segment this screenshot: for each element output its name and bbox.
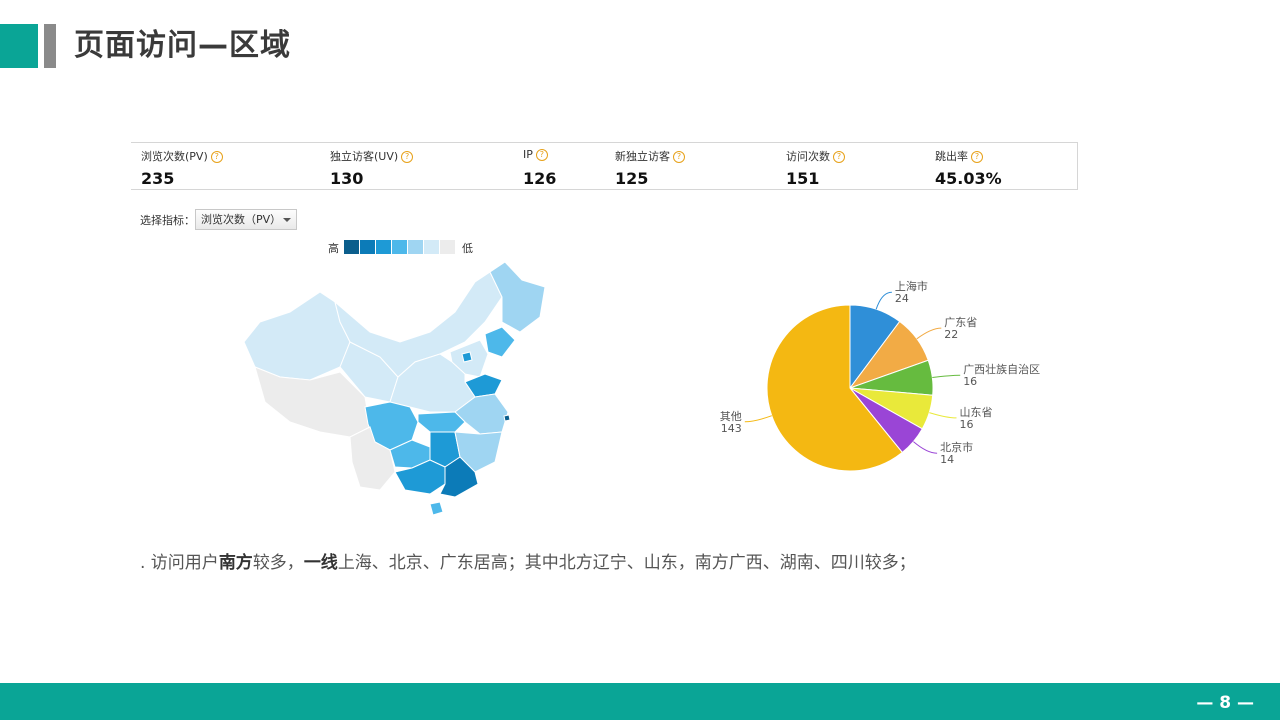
- legend-swatch: [344, 240, 359, 254]
- pie-leader-line: [916, 327, 942, 340]
- legend-high-label: 高: [328, 242, 339, 255]
- page-title: 页面访问—区域: [74, 28, 291, 63]
- stat-label: IP: [523, 148, 533, 161]
- pie-chart: 上海市24广东省22广西壮族自治区16山东省16北京市14其他143: [720, 279, 1040, 472]
- pie-leader-line: [913, 441, 938, 454]
- pie-label-value: 22: [944, 328, 958, 341]
- map-region-shanghai[interactable]: [503, 414, 511, 422]
- summary-mid: 较多，: [252, 553, 304, 573]
- question-circle-icon[interactable]: ?: [673, 151, 685, 163]
- metric-selector[interactable]: 浏览次数（PV）: [195, 209, 297, 230]
- metric-selector-value: 浏览次数（PV）: [201, 213, 282, 226]
- legend-swatch: [408, 240, 423, 254]
- summary-text: . 访问用户南方较多，一线上海、北京、广东居高；其中北方辽宁、山东，南方广西、湖…: [140, 548, 916, 573]
- metric-selector-label: 选择指标：: [140, 214, 195, 227]
- legend-low-label: 低: [462, 242, 473, 255]
- stat-value: 45.03%: [935, 169, 1002, 188]
- stat-value: 125: [615, 169, 649, 188]
- pie-leader-line: [929, 412, 957, 419]
- pie-label-value: 16: [963, 375, 977, 388]
- footer-bar: — 8 —: [0, 683, 1280, 720]
- map-region-xinjiang[interactable]: [243, 291, 351, 381]
- pie-slices: [766, 304, 934, 472]
- map-region-liaoning[interactable]: [484, 326, 516, 358]
- legend-swatch: [360, 240, 375, 254]
- stat-label: 新独立访客: [615, 150, 670, 163]
- legend-swatch: [440, 240, 455, 254]
- stat-value: 130: [330, 169, 364, 188]
- china-map: [243, 262, 546, 516]
- stat-value: 126: [523, 169, 557, 188]
- title-accent-bar-gray: [44, 24, 56, 68]
- stat-label: 跳出率: [935, 150, 968, 163]
- question-circle-icon[interactable]: ?: [971, 151, 983, 163]
- pie-leader-line: [744, 415, 772, 423]
- stats-panel: 浏览次数(PV)? 235 独立访客(UV)? 130 IP? 126 新独立访…: [131, 142, 1078, 190]
- pie-leader-line: [875, 291, 892, 310]
- map-region-beijing[interactable]: [461, 351, 473, 363]
- pie-label-value: 143: [721, 422, 742, 435]
- question-circle-icon[interactable]: ?: [833, 151, 845, 163]
- legend-swatch: [424, 240, 439, 254]
- stat-label: 浏览次数(PV): [141, 150, 208, 163]
- question-circle-icon[interactable]: ?: [535, 149, 548, 161]
- stat-value: 235: [141, 169, 175, 188]
- pie-label-name: 上海市: [895, 279, 928, 293]
- legend-swatch: [376, 240, 391, 254]
- pie-label-value: 24: [895, 292, 909, 305]
- summary-bold-2: 一线: [303, 553, 338, 573]
- map-region-hubei[interactable]: [417, 411, 466, 433]
- title-accent-bar: [0, 24, 38, 68]
- stat-value: 151: [786, 169, 820, 188]
- summary-suffix: 上海、北京、广东居高；其中北方辽宁、山东，南方广西、湖南、四川较多；: [337, 553, 916, 573]
- pie-label-value: 14: [940, 453, 954, 466]
- pie-label-value: 16: [960, 418, 974, 431]
- question-circle-icon[interactable]: ?: [210, 151, 223, 163]
- stat-label: 访问次数: [786, 150, 830, 163]
- pie-label-name: 北京市: [940, 440, 973, 454]
- map-region-hainan[interactable]: [429, 501, 444, 516]
- page-number: — 8 —: [1196, 693, 1254, 713]
- pie-label-name: 广西壮族自治区: [963, 362, 1040, 376]
- legend-swatch: [392, 240, 407, 254]
- stat-label: 独立访客(UV): [330, 150, 399, 163]
- pie-leader-line: [932, 374, 961, 378]
- summary-bold-1: 南方: [218, 553, 253, 573]
- question-circle-icon[interactable]: ?: [401, 151, 414, 163]
- chevron-down-icon: [283, 218, 291, 222]
- summary-prefix: . 访问用户: [140, 553, 219, 573]
